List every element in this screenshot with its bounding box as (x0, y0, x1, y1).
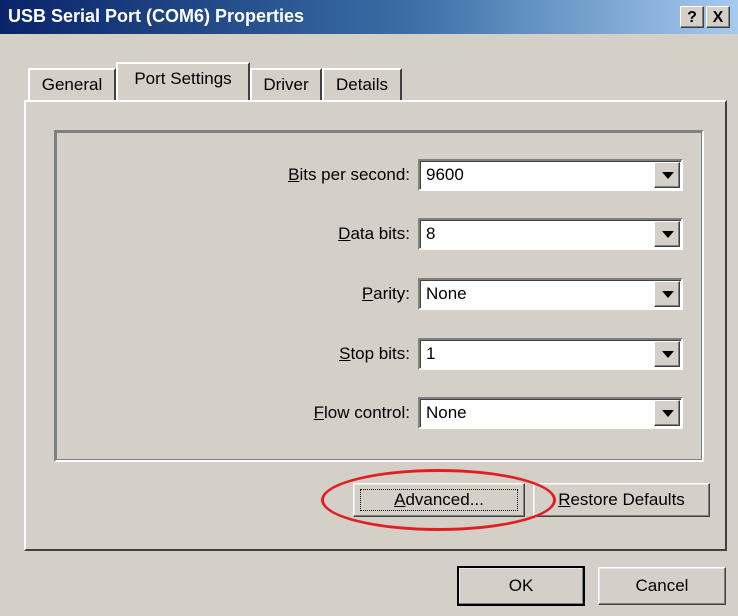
window-title: USB Serial Port (COM6) Properties (8, 6, 305, 26)
cancel-button[interactable]: Cancel (598, 567, 726, 605)
tab-general[interactable]: General (28, 68, 116, 100)
close-button[interactable]: X (706, 6, 730, 28)
title-bar: USB Serial Port (COM6) Properties ? X (0, 0, 738, 34)
tab-port-settings[interactable]: Port Settings (116, 62, 250, 100)
properties-dialog: USB Serial Port (COM6) Properties ? X Ge… (0, 0, 738, 616)
help-button[interactable]: ? (680, 6, 704, 28)
port-settings-panel (24, 100, 727, 551)
tab-driver[interactable]: Driver (250, 68, 322, 100)
ok-button[interactable]: OK (457, 566, 585, 606)
tab-details[interactable]: Details (322, 68, 402, 100)
